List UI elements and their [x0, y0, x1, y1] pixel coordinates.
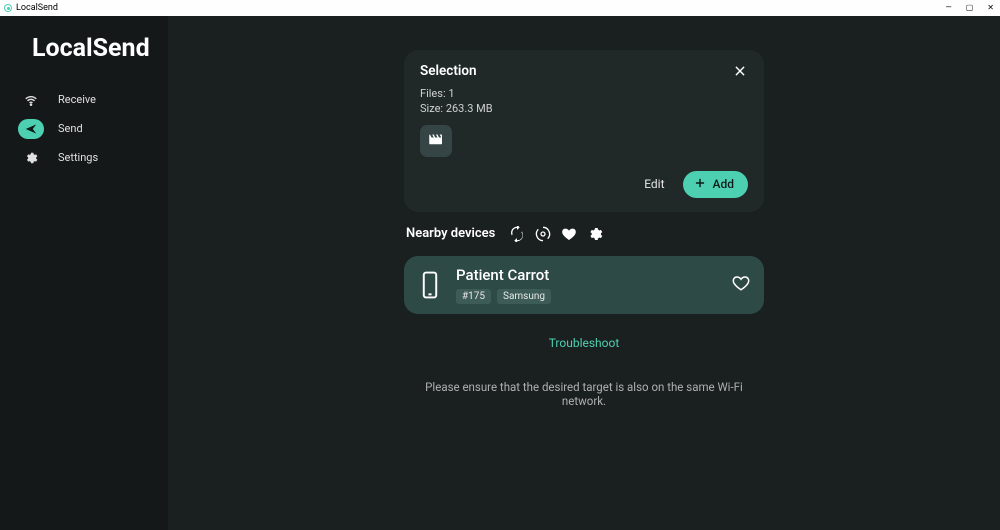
close-icon[interactable] [732, 63, 748, 79]
selection-card: Selection Files: 1 Size: 263.3 MB [404, 50, 764, 212]
selection-title: Selection [420, 63, 477, 79]
movie-icon [427, 130, 445, 152]
favorite-toggle-icon[interactable] [732, 274, 750, 296]
scan-icon[interactable] [535, 226, 551, 242]
sidebar-item-send[interactable]: Send [0, 114, 168, 143]
add-button-label: Add [713, 177, 734, 191]
favorites-icon[interactable] [561, 226, 577, 242]
plus-icon [693, 176, 707, 193]
sidebar-item-label: Settings [58, 151, 98, 164]
nearby-settings-icon[interactable] [587, 226, 603, 242]
wifi-hint-text: Please ensure that the desired target is… [404, 380, 764, 408]
app-titlebar-icon [4, 4, 12, 12]
sidebar-item-receive[interactable]: Receive [0, 85, 168, 114]
sidebar: LocalSend Receive Send Settings [0, 16, 168, 530]
window-titlebar: LocalSend — ▢ ✕ [0, 0, 1000, 16]
window-minimize-button[interactable]: — [945, 4, 951, 12]
smartphone-icon [418, 271, 442, 299]
refresh-icon[interactable] [509, 226, 525, 242]
window-title: LocalSend [16, 3, 58, 13]
size-label: Size: [420, 102, 443, 115]
window-close-button[interactable]: ✕ [987, 4, 994, 12]
size-value: 263.3 MB [446, 102, 493, 115]
device-card[interactable]: Patient Carrot #175 Samsung [404, 256, 764, 314]
device-id-tag: #175 [456, 289, 491, 304]
wifi-icon [18, 90, 44, 110]
sidebar-item-label: Receive [58, 93, 96, 106]
device-name: Patient Carrot [456, 266, 718, 284]
add-button[interactable]: Add [683, 171, 748, 198]
send-icon [18, 119, 44, 139]
file-thumbnail[interactable] [420, 125, 452, 157]
sidebar-item-label: Send [58, 122, 83, 135]
window-maximize-button[interactable]: ▢ [966, 4, 974, 12]
troubleshoot-link[interactable]: Troubleshoot [404, 336, 764, 350]
nearby-devices-label: Nearby devices [406, 226, 495, 241]
gear-icon [18, 148, 44, 168]
files-count: 1 [448, 87, 454, 100]
files-label: Files: [420, 87, 446, 100]
app-title: LocalSend [0, 34, 168, 63]
sidebar-item-settings[interactable]: Settings [0, 143, 168, 172]
edit-button[interactable]: Edit [644, 177, 664, 191]
device-vendor-tag: Samsung [497, 289, 551, 304]
